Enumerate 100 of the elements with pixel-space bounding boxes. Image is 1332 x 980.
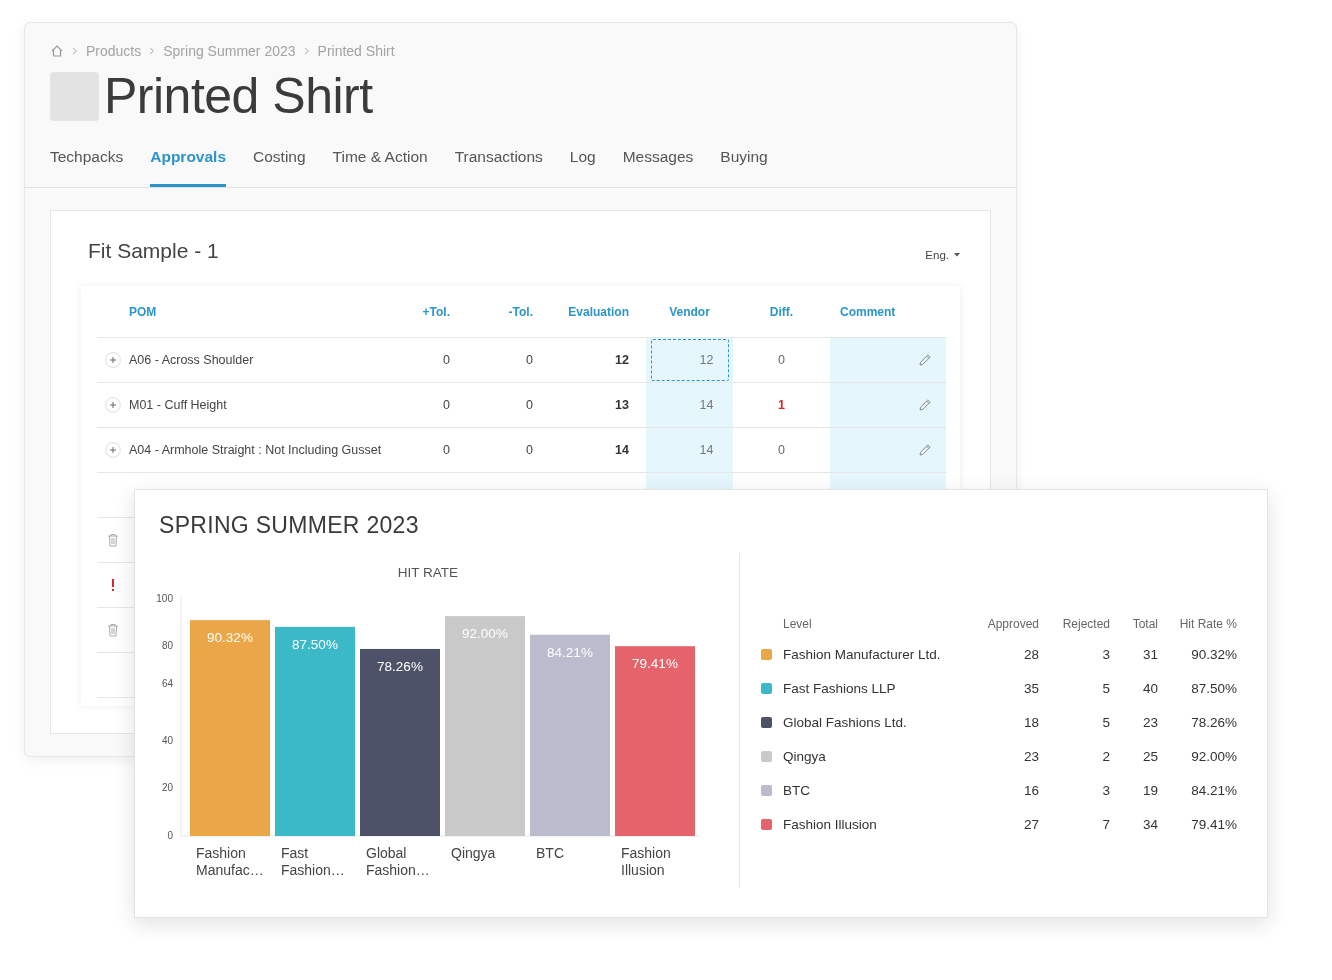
column-header: +Tol. (421, 304, 450, 319)
expand-icon[interactable] (105, 397, 121, 413)
tab[interactable]: Messages (622, 138, 694, 187)
table-cell: 0 (443, 443, 450, 457)
chevron-icon (149, 47, 156, 55)
column-header: Rejected (1061, 617, 1110, 631)
home-icon[interactable] (50, 44, 64, 58)
column-header: Comment (839, 304, 897, 319)
axis-tick-label: 0 (167, 829, 173, 841)
table-cell-text: 78.26% (1190, 714, 1237, 730)
table-cell: 0 (443, 353, 450, 367)
legend-label: Global Fashions Ltd. (783, 714, 908, 730)
column-header: -Tol. (507, 304, 533, 319)
axis-tick-label: 20 (161, 782, 173, 794)
tab[interactable]: Techpacks (50, 138, 124, 187)
expand-icon[interactable] (105, 352, 121, 368)
column-header: Hit Rate % (1178, 617, 1237, 631)
table-cell: 0 (526, 443, 533, 457)
table-cell: 14 (615, 443, 629, 457)
trash-icon[interactable] (107, 623, 119, 637)
table-cell-text: 18 (1022, 714, 1039, 730)
tab[interactable]: Buying (720, 138, 768, 187)
data-label: 87.50% (292, 636, 338, 652)
chevron-icon (303, 47, 310, 55)
trash-icon[interactable] (107, 533, 119, 547)
category-label: Qingya (451, 845, 496, 861)
table-cell: 0 (778, 443, 785, 457)
table-cell: 13 (615, 398, 629, 412)
axis-tick-label: 80 (161, 640, 173, 652)
table-cell-text: 16 (1022, 782, 1039, 798)
table-cell: M01 - Cuff Height (129, 398, 227, 412)
data-label: 90.32% (207, 630, 253, 646)
page-title: Printed Shirt (104, 70, 373, 122)
column-header: Level (783, 617, 813, 631)
table-cell: 1 (778, 398, 785, 412)
column-header: Diff. (768, 304, 795, 319)
table-cell-text: 7 (1101, 816, 1110, 832)
table-cell-text: 2 (1101, 748, 1110, 764)
table-cell-text: 90.32% (1190, 646, 1237, 662)
column-header: Vendor (668, 304, 711, 319)
table-cell: 0 (443, 398, 450, 412)
table-cell: A06 - Across Shoulder (129, 353, 254, 367)
category-label: Fashion Illusion (621, 845, 671, 878)
column-header: Approved (987, 617, 1039, 631)
alert-icon (111, 579, 115, 591)
table-cell-text: 23 (1141, 714, 1158, 730)
table-cell-text: 92.00% (1190, 748, 1237, 764)
chevron-icon (72, 47, 78, 55)
category-label: Fast Fashion… (281, 845, 345, 878)
table-cell: 0 (778, 353, 785, 367)
legend-label: Qingya (783, 748, 827, 764)
table-cell-text: 23 (1022, 748, 1039, 764)
table-cell-text: 28 (1022, 646, 1039, 662)
legend-label: Fashion Manufacturer Ltd. (783, 646, 942, 662)
axis-tick-label: 64 (161, 677, 173, 689)
vendor-input[interactable]: 14 (650, 384, 729, 426)
category-label: Global Fashion… (366, 845, 430, 878)
tab[interactable]: Transactions (454, 138, 543, 187)
table-cell-text: 84.21% (1190, 782, 1237, 798)
pencil-icon[interactable] (918, 398, 932, 412)
language-dropdown[interactable]: Eng. (925, 249, 960, 263)
tab[interactable]: Log (569, 138, 596, 187)
chart-title: HIT RATE (397, 565, 459, 580)
category-label: BTC (536, 845, 564, 861)
legend-label: Fast Fashions LLP (783, 680, 897, 696)
legend-label: BTC (783, 782, 811, 798)
column-header: Evaluation (567, 304, 630, 319)
table-cell: 0 (526, 398, 533, 412)
tab[interactable]: Costing (253, 138, 306, 187)
table-cell-text: 87.50% (1190, 680, 1237, 696)
table-cell-text: 25 (1141, 748, 1158, 764)
table-cell-text: 40 (1141, 680, 1158, 696)
table-cell: 0 (526, 353, 533, 367)
vendor-input[interactable]: 12 (650, 339, 729, 381)
category-label: Fashion Manufac… (196, 845, 264, 878)
table-cell-text: 3 (1101, 646, 1110, 662)
report-title: SPRING SUMMER 2023 (159, 512, 419, 539)
table-cell-text: 19 (1141, 782, 1158, 798)
table-cell-text: 27 (1022, 816, 1039, 832)
data-label: 79.41% (632, 656, 678, 672)
table-cell: A04 - Armhole Straight : Not Including Gusset (129, 443, 382, 457)
axis-tick-label: 40 (161, 734, 173, 746)
legend-label: Fashion Illusion (783, 816, 878, 832)
vendor-input[interactable]: 14 (650, 429, 729, 471)
table-cell-text: 35 (1022, 680, 1039, 696)
table-cell-text: 3 (1101, 782, 1110, 798)
tab[interactable]: Time & Action (332, 138, 428, 187)
data-label: 84.21% (547, 644, 593, 660)
table-cell-text: 34 (1141, 816, 1158, 832)
sample-title: Fit Sample - 1 (88, 239, 219, 263)
table-cell: 12 (615, 353, 629, 367)
expand-icon[interactable] (105, 442, 121, 458)
column-header: POM (129, 304, 158, 319)
axis-tick-label: 100 (156, 592, 173, 604)
pencil-icon[interactable] (918, 443, 932, 457)
table-cell-text: 5 (1101, 680, 1110, 696)
pencil-icon[interactable] (918, 353, 932, 367)
column-header: Total (1131, 617, 1158, 631)
table-cell-text: 79.41% (1190, 816, 1237, 832)
table-cell-text: 31 (1141, 646, 1158, 662)
